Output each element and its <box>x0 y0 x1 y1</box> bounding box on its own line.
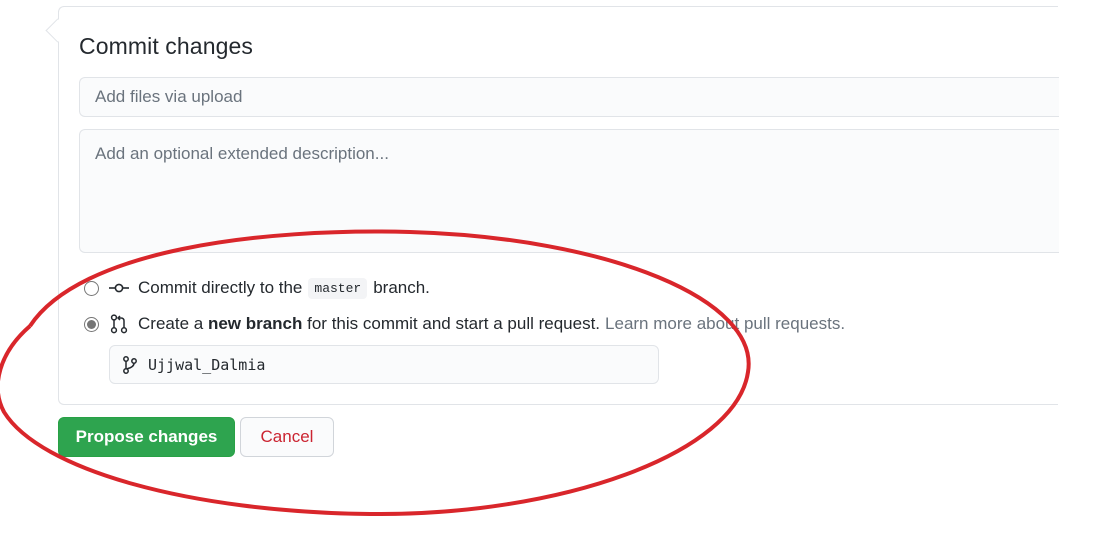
branch-name-input[interactable] <box>148 355 628 374</box>
propose-changes-button[interactable]: Propose changes <box>58 417 235 457</box>
new-branch-label-suffix: for this commit and start a pull request… <box>302 314 601 333</box>
new-branch-option[interactable]: Create a new branch for this commit and … <box>84 312 845 336</box>
git-pull-request-icon <box>108 313 130 335</box>
git-commit-icon <box>108 277 130 299</box>
new-branch-name-field[interactable] <box>109 345 659 384</box>
branch-name-code: master <box>308 277 368 299</box>
new-branch-label-prefix: Create a <box>138 314 208 333</box>
new-branch-label-bold: new branch <box>207 314 303 333</box>
commit-summary-input[interactable] <box>79 77 1059 117</box>
learn-more-pull-requests-link[interactable]: Learn more about pull requests. <box>605 314 845 334</box>
new-branch-radio[interactable] <box>84 316 99 332</box>
commit-description-textarea[interactable] <box>79 129 1059 253</box>
commit-direct-radio[interactable] <box>84 280 99 296</box>
commit-direct-label-suffix: branch. <box>373 278 430 297</box>
git-branch-icon <box>122 355 140 374</box>
commit-changes-title: Commit changes <box>79 33 253 59</box>
commit-direct-label: Commit directly to the <box>138 278 303 297</box>
cancel-button[interactable]: Cancel <box>240 417 334 457</box>
commit-direct-option[interactable]: Commit directly to the master branch. <box>84 276 430 300</box>
